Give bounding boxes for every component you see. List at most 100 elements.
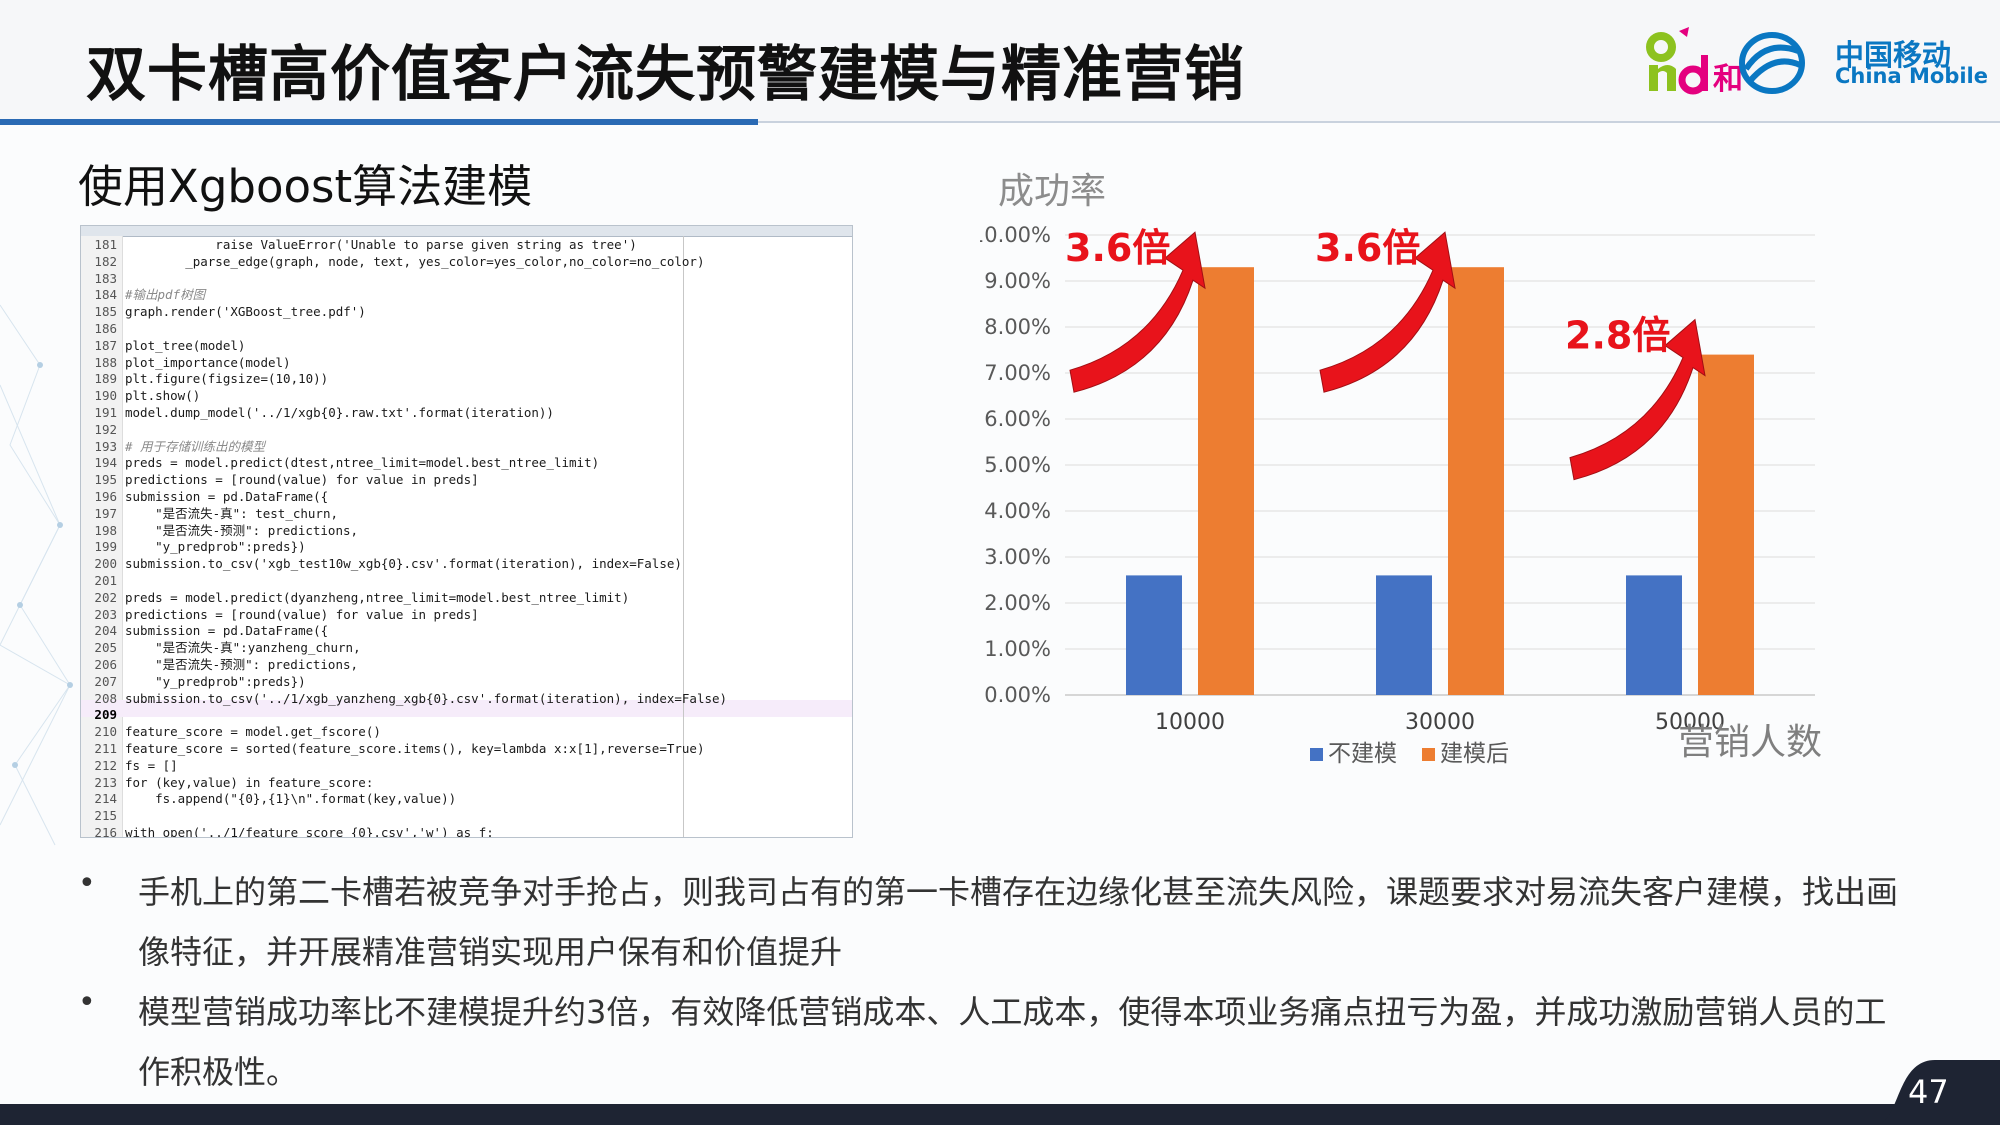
line-number: 191 bbox=[94, 404, 117, 420]
line-number: 185 bbox=[94, 304, 117, 320]
line-number: 195 bbox=[94, 472, 117, 488]
line-number: 207 bbox=[94, 673, 117, 689]
line-text: # 用于存储训练出的模型 bbox=[125, 438, 266, 454]
line-number: 189 bbox=[94, 371, 117, 387]
code-line: 203 predictions = [round(value) for value… bbox=[81, 607, 852, 624]
line-text: feature_score = sorted(feature_score.ite… bbox=[125, 740, 705, 756]
bullet-text-2: 模型营销成功率比不建模提升约3倍，有效降低营销成本、人工成本，使得本项业务痛点扭… bbox=[138, 993, 1887, 1091]
y-tick-label: 10.00% bbox=[980, 223, 1051, 247]
code-line: 183 bbox=[81, 271, 852, 288]
line-text: "是否流失-真": test_churn, bbox=[125, 505, 339, 521]
bar-chart: 0.00% 1.00% 2.00% 3.00% 4.00% 5.00% 6.00% 7.00%… bbox=[980, 223, 1815, 767]
code-line: 214 fs.append("{0},{1}\n".format(key,val… bbox=[81, 791, 852, 808]
x-axis-label: 营销人数 bbox=[1678, 722, 1823, 763]
line-number: 192 bbox=[94, 421, 117, 437]
bar-不建模 bbox=[1626, 575, 1682, 695]
line-text: raise ValueError('Unable to parse given … bbox=[125, 237, 637, 252]
y-tick-label: 7.00% bbox=[984, 361, 1051, 385]
line-number: 186 bbox=[94, 320, 117, 336]
and-logo-icon: 和 bbox=[1646, 27, 1743, 95]
header-accent-bar bbox=[0, 119, 758, 125]
y-tick-label: 9.00% bbox=[984, 269, 1051, 293]
brand-name-en: China Mobile bbox=[1835, 64, 1988, 88]
line-text: "y_predprob":preds}) bbox=[125, 539, 306, 555]
y-tick-label: 0.00% bbox=[984, 683, 1051, 707]
line-number: 204 bbox=[94, 623, 117, 639]
line-text: fs.append("{0},{1}\n".format(key,value)) bbox=[125, 791, 457, 807]
line-text: #输出pdf树图 bbox=[125, 287, 206, 303]
line-text: fs = [] bbox=[125, 757, 178, 773]
page-title: 双卡槽高价值客户流失预警建模与精准营销 bbox=[86, 40, 1245, 110]
line-number: 190 bbox=[94, 388, 117, 404]
code-line: 185 graph.render('XGBoost_tree.pdf') bbox=[81, 304, 852, 321]
code-line: 200 submission.to_csv('xgb_test10w_xgb{0}… bbox=[81, 556, 852, 573]
code-line: 215 bbox=[81, 808, 852, 825]
line-text: feature_score = model.get_fscore() bbox=[125, 724, 381, 740]
code-line: 189 plt.figure(figsize=(10,10)) bbox=[81, 371, 852, 388]
svg-text:和: 和 bbox=[1713, 62, 1743, 95]
code-line: 191 model.dump_model('../1/xgb{0}.raw.txt… bbox=[81, 405, 852, 422]
code-line: 205 "是否流失-真":yanzheng_churn, bbox=[81, 640, 852, 657]
code-line: 193 # 用于存储训练出的模型 bbox=[81, 439, 852, 456]
growth-annotation: 2.8倍 bbox=[1565, 314, 1670, 358]
code-line: 212 fs = [] bbox=[81, 758, 852, 775]
line-number: 213 bbox=[94, 774, 117, 790]
code-line: 207 "y_predprob":preds}) bbox=[81, 674, 852, 691]
line-number: 197 bbox=[94, 505, 117, 521]
code-line: 201 bbox=[81, 573, 852, 590]
legend-label: 建模后 bbox=[1440, 741, 1509, 767]
y-tick-label: 3.00% bbox=[984, 545, 1051, 569]
editor-tab-strip bbox=[81, 226, 852, 237]
bullet-marker: • bbox=[78, 866, 96, 901]
legend-swatch bbox=[1422, 748, 1435, 761]
line-text: graph.render('XGBoost_tree.pdf') bbox=[125, 304, 366, 320]
code-line: 187 plot_tree(model) bbox=[81, 338, 852, 355]
line-number: 210 bbox=[94, 724, 117, 740]
line-text: submission.to_csv('../1/xgb_yanzheng_xgb… bbox=[125, 690, 728, 706]
line-text: submission = pd.DataFrame({ bbox=[125, 488, 329, 504]
code-line: 204 submission = pd.DataFrame({ bbox=[81, 623, 852, 640]
code-line: 195 predictions = [round(value) for value… bbox=[81, 472, 852, 489]
code-line: 210 feature_score = model.get_fscore() bbox=[81, 724, 852, 741]
line-number: 198 bbox=[94, 522, 117, 538]
code-line: 199 "y_predprob":preds}) bbox=[81, 539, 852, 556]
line-number: 211 bbox=[94, 740, 117, 756]
line-text: submission.to_csv('xgb_test10w_xgb{0}.cs… bbox=[125, 556, 682, 572]
x-tick-label: 30000 bbox=[1405, 710, 1475, 735]
line-number: 216 bbox=[94, 824, 117, 838]
y-tick-label: 5.00% bbox=[984, 453, 1051, 477]
line-number: 201 bbox=[94, 572, 117, 588]
bar-不建模 bbox=[1376, 575, 1432, 695]
line-number: 199 bbox=[94, 539, 117, 555]
line-text: for (key,value) in feature_score: bbox=[125, 774, 374, 790]
line-text: predictions = [round(value) for value in… bbox=[125, 472, 479, 488]
line-number: 181 bbox=[94, 237, 117, 252]
line-text: preds = model.predict(dyanzheng,ntree_li… bbox=[125, 589, 630, 605]
line-text: model.dump_model('../1/xgb{0}.raw.txt'.f… bbox=[125, 404, 554, 420]
line-text: plt.show() bbox=[125, 388, 201, 404]
line-number: 203 bbox=[94, 606, 117, 622]
line-number: 209 bbox=[94, 707, 117, 723]
line-number: 184 bbox=[94, 287, 117, 303]
code-line: 206 "是否流失-预测": predictions, bbox=[81, 657, 852, 674]
code-editor-screenshot: 181 raise ValueError('Unable to parse gi… bbox=[80, 225, 853, 838]
bar-不建模 bbox=[1126, 575, 1182, 695]
bar-建模后 bbox=[1198, 267, 1254, 695]
line-text: plot_importance(model) bbox=[125, 354, 291, 370]
line-text: predictions = [round(value) for value in… bbox=[125, 606, 479, 622]
code-line: 209 bbox=[81, 707, 852, 724]
y-tick-label: 8.00% bbox=[984, 315, 1051, 339]
line-number: 214 bbox=[94, 791, 117, 807]
bar-建模后 bbox=[1698, 354, 1754, 695]
line-text: with open('../1/feature_score_{0}.csv','… bbox=[125, 824, 494, 838]
code-line: 197 "是否流失-真": test_churn, bbox=[81, 506, 852, 523]
line-number: 206 bbox=[94, 656, 117, 672]
code-line: 188 plot_importance(model) bbox=[81, 355, 852, 372]
line-number: 208 bbox=[94, 690, 117, 706]
line-text: "是否流失-预测": predictions, bbox=[125, 656, 359, 672]
line-number: 194 bbox=[94, 455, 117, 471]
line-number: 205 bbox=[94, 640, 117, 656]
y-tick-label: 6.00% bbox=[984, 407, 1051, 431]
y-tick-label: 2.00% bbox=[984, 591, 1051, 615]
line-number: 196 bbox=[94, 488, 117, 504]
